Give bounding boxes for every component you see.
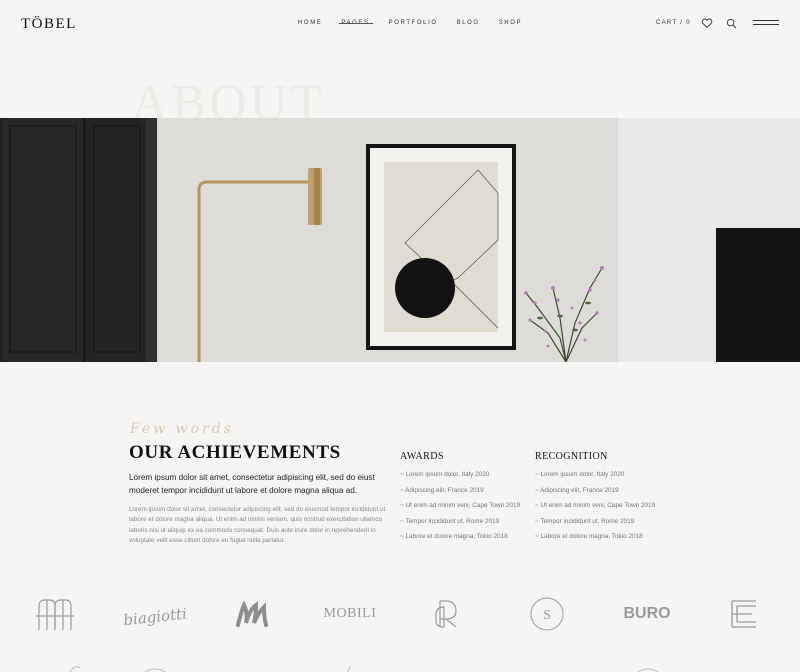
signature-logo-text: biagiotti <box>123 605 188 630</box>
list-item: ~ Adipiscing elit, France 2019 <box>400 486 484 494</box>
e-monogram-icon <box>731 600 756 628</box>
heart-icon[interactable] <box>701 17 713 29</box>
section-body: Lorem ipsum dolor sit amet, consectetur … <box>129 506 386 545</box>
signature-logo: biagiotti <box>123 605 188 630</box>
list-item: ~ Lorem ipsum dolor, Italy 2020 <box>535 471 625 478</box>
search-icon[interactable] <box>726 18 737 29</box>
nav-portfolio[interactable]: PORTFOLIO <box>389 20 438 26</box>
menu-icon[interactable] <box>753 20 779 26</box>
awards-title: AWARDS <box>400 451 444 462</box>
mobili-logo-text: MOBILI <box>323 606 377 621</box>
partner-logo-signature[interactable]: biagiotti <box>118 588 190 640</box>
buro-logo-text: BURO <box>623 605 671 622</box>
list-item: ~ Labore et dolore magna, Tokio 2018 <box>400 533 508 540</box>
partner-logos-next-row <box>69 665 659 672</box>
page-title-watermark: ABOUT <box>131 78 326 118</box>
section-heading: OUR ACHIEVEMENTS <box>129 442 341 463</box>
list-item: ~ Tempor incididunt ut, Rome 2019 <box>400 517 500 525</box>
recognition-list: ~ Lorem ipsum dolor, Italy 2020 ~ Adipis… <box>535 470 655 548</box>
nav-pages[interactable]: PAGES <box>339 20 373 26</box>
dr-monogram-icon <box>435 600 457 628</box>
partner-logos: biagiotti MOBILI S BURO <box>0 588 800 648</box>
partner-logo-buro[interactable]: BURO <box>623 588 671 640</box>
s-badge-letter: S <box>543 608 551 623</box>
list-item: ~ Ut enim ad minim veni, Cape Town 2019 <box>535 502 656 509</box>
site-logo[interactable]: TÖBEL <box>21 16 77 33</box>
hero-image <box>0 118 800 362</box>
list-item: ~ Tempor incididunt ut, Rome 2019 <box>535 517 635 525</box>
partner-logo-arch[interactable] <box>33 588 77 640</box>
awards-list: ~ Lorem ipsum dolor, Italy 2020 ~ Adipis… <box>400 470 520 548</box>
list-item: ~ Adipiscing elit, France 2019 <box>535 486 619 494</box>
nav-home[interactable]: HOME <box>298 20 322 26</box>
cart-link[interactable]: CART / 0 <box>656 20 691 26</box>
s-badge-icon: S <box>530 597 564 631</box>
site-header: TÖBEL HOME PAGES PORTFOLIO BLOG SHOP CAR… <box>0 0 800 50</box>
section-script-label: Few words <box>130 421 234 437</box>
main-nav: HOME PAGES PORTFOLIO BLOG SHOP <box>298 20 522 26</box>
section-lead: Lorem ipsum dolor sit amet, consectetur … <box>129 473 375 495</box>
list-item: ~ Lorem ipsum dolor, Italy 2020 <box>400 471 490 478</box>
nav-shop[interactable]: SHOP <box>499 20 522 26</box>
partner-logo-mobili[interactable]: MOBILI <box>322 588 378 640</box>
partner-logo-e[interactable] <box>727 588 761 640</box>
nav-blog[interactable]: BLOG <box>457 20 480 26</box>
arch-logo-icon <box>36 599 74 630</box>
partner-logo-dr[interactable] <box>430 588 466 640</box>
partner-logo-s[interactable]: S <box>527 588 567 640</box>
partner-logo-m[interactable] <box>232 588 272 640</box>
list-item: ~ Ut enim ad minim veni, Cape Town 2019 <box>400 502 521 509</box>
recognition-title: RECOGNITION <box>535 451 608 462</box>
m-brush-logo-icon <box>236 600 268 627</box>
list-item: ~ Labore et dolore magna, Tokio 2018 <box>535 533 643 540</box>
